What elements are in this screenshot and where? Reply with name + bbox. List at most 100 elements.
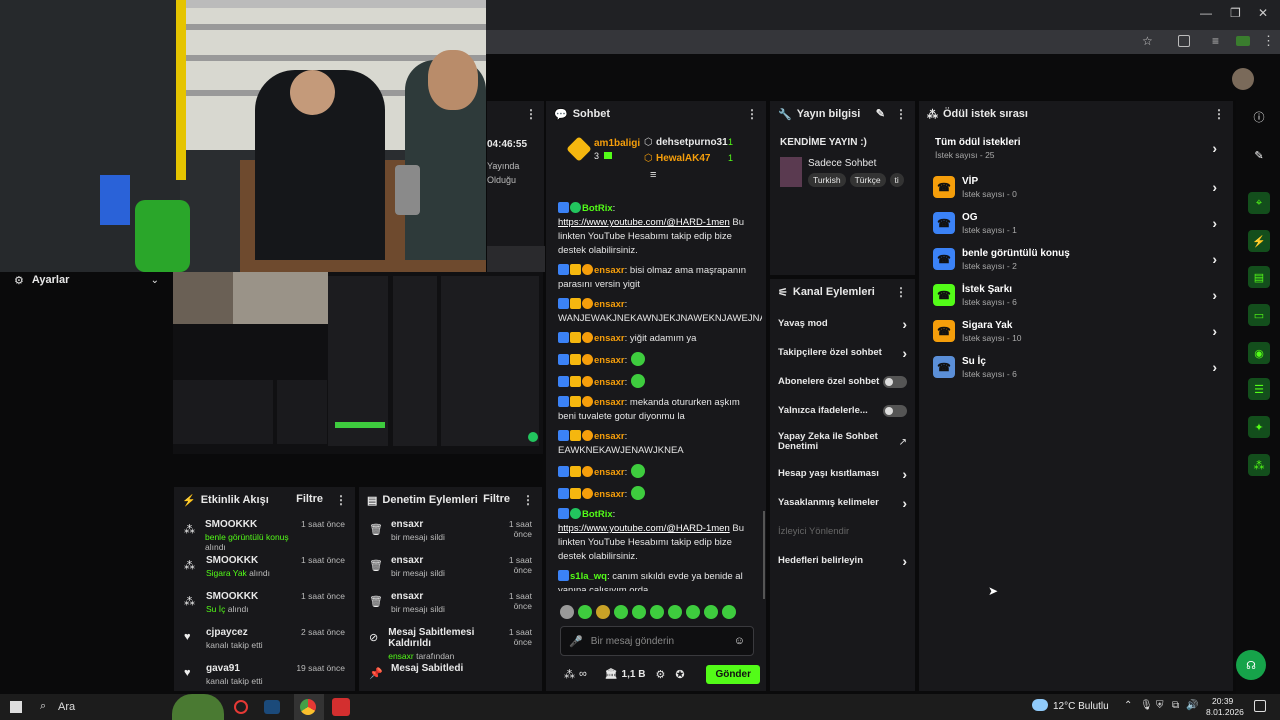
- emote-icon[interactable]: [560, 605, 574, 619]
- moderation-item[interactable]: 🗑 ensaxr bir mesajı sildi 1 saat önce: [359, 585, 542, 621]
- chat-link[interactable]: https://www.youtube.com/@HARD-1men: [558, 523, 730, 534]
- app-icon[interactable]: [234, 700, 248, 714]
- leader-name[interactable]: am1baligi: [594, 138, 640, 149]
- tag[interactable]: Turkish: [808, 173, 846, 187]
- reading-list-icon[interactable]: ≡: [1212, 34, 1219, 48]
- activity-item[interactable]: ⁂ SMOOKKK benle görüntülü konuş alındı 1 sa…: [174, 513, 355, 552]
- microphone-icon[interactable]: 🎙: [1140, 700, 1153, 711]
- chat-username[interactable]: ensaxr: [594, 333, 625, 344]
- send-button[interactable]: Gönder: [706, 664, 760, 684]
- chat-link[interactable]: https://www.youtube.com/@HARD-1men: [558, 217, 730, 228]
- channel-action-item[interactable]: Hesap yaşı kısıtlaması ›: [770, 459, 915, 488]
- taskbar-search[interactable]: Ara: [58, 701, 75, 713]
- tag[interactable]: Türkçe: [849, 173, 886, 187]
- stream-category[interactable]: Sadece Sohbet: [808, 158, 876, 169]
- all-reward-requests[interactable]: Tüm ödül istekleri İstek sayısı - 25 ›: [919, 127, 1233, 169]
- activity-username[interactable]: SMOOKKK: [206, 555, 270, 566]
- leader-name[interactable]: dehsetpurno31: [656, 137, 728, 148]
- weather-text[interactable]: 12°C Bulutlu: [1053, 701, 1109, 712]
- panel-menu-icon[interactable]: ⋮: [525, 107, 537, 121]
- chrome-icon[interactable]: [300, 699, 316, 715]
- moderation-filter-button[interactable]: Filtre: [483, 493, 510, 507]
- chat-username[interactable]: ensaxr: [594, 397, 625, 408]
- reward-request-item[interactable]: ☎ VİP İstek sayısı - 0 ›: [919, 169, 1233, 205]
- chat-message[interactable]: ensaxr:: [546, 483, 762, 505]
- support-headset-icon[interactable]: ☊: [1236, 650, 1266, 680]
- activity-item[interactable]: ♥ cjpaycez kanalı takip etti 2 saat önce: [174, 621, 355, 657]
- emote-icon[interactable]: [614, 605, 628, 619]
- activity-username[interactable]: cjpaycez: [206, 627, 263, 638]
- emote-icon[interactable]: [650, 605, 664, 619]
- notifications-icon[interactable]: [1254, 700, 1266, 712]
- chat-username[interactable]: ensaxr: [594, 377, 625, 388]
- activity-item[interactable]: ⁂ SMOOKKK Su İç alındı 1 saat önce: [174, 585, 355, 621]
- close-button[interactable]: ✕: [1258, 6, 1268, 20]
- focus-icon[interactable]: ⌖: [1248, 192, 1270, 214]
- reward-request-item[interactable]: ☎ Sigara Yak İstek sayısı - 10 ›: [919, 313, 1233, 349]
- moderation-user[interactable]: ensaxr: [388, 651, 414, 661]
- search-icon[interactable]: ⌕: [40, 700, 46, 713]
- chat-bubble-icon[interactable]: ▭: [1248, 304, 1270, 326]
- chat-username[interactable]: BotRix: [582, 203, 613, 214]
- chat-scrollbar[interactable]: [763, 511, 765, 599]
- emoji-icon[interactable]: ☺: [734, 635, 745, 647]
- chat-message[interactable]: s1la_wq: canım sıkıldı evde ya benide al…: [546, 567, 762, 591]
- channel-action-item[interactable]: Yalnızca ifadelerle...: [770, 396, 915, 425]
- chat-message[interactable]: ensaxr: yiğit adamım ya: [546, 329, 762, 349]
- tag[interactable]: ti: [889, 173, 904, 187]
- chat-username[interactable]: ensaxr: [594, 467, 625, 478]
- stream-info-menu-icon[interactable]: ⋮: [895, 107, 907, 121]
- browser-menu-icon[interactable]: ⋮: [1262, 33, 1275, 49]
- channel-action-item[interactable]: Yapay Zeka ile Sohbet Denetimi ↗: [770, 425, 915, 459]
- gear-icon[interactable]: ⚙: [655, 668, 665, 681]
- moderation-menu-icon[interactable]: ⋮: [522, 493, 534, 507]
- activity-username[interactable]: SMOOKKK: [205, 519, 291, 530]
- chat-username[interactable]: s1la_wq: [570, 571, 607, 582]
- channel-actions-menu-icon[interactable]: ⋮: [895, 285, 907, 299]
- reward-request-item[interactable]: ☎ İstek Şarkı İstek sayısı - 6 ›: [919, 277, 1233, 313]
- chat-message[interactable]: ensaxr: EAWKNEKAWJENAWJKNEA: [546, 427, 762, 461]
- chat-message[interactable]: ensaxr: bisi olmaz ama maşrapanın parası…: [546, 261, 762, 295]
- edit-icon[interactable]: ✎: [876, 107, 885, 121]
- channel-action-item[interactable]: Yasaklanmış kelimeler ›: [770, 488, 915, 517]
- reward-queue-menu-icon[interactable]: ⋮: [1213, 107, 1225, 121]
- emote-icon[interactable]: [704, 605, 718, 619]
- broadcast-icon[interactable]: ◉: [1248, 342, 1270, 364]
- extensions-icon[interactable]: [1178, 35, 1190, 47]
- extension-flag-icon[interactable]: [1236, 36, 1250, 46]
- channel-action-item[interactable]: Takipçilere özel sohbet ›: [770, 338, 915, 367]
- chat-message[interactable]: BotRix: https://www.youtube.com/@HARD-1me…: [546, 199, 762, 261]
- activity-menu-icon[interactable]: ⋮: [335, 493, 347, 507]
- clock-time[interactable]: 20:39: [1212, 696, 1233, 706]
- activity-username[interactable]: gava91: [206, 663, 263, 674]
- windows-start-icon[interactable]: [10, 701, 22, 713]
- channel-action-item[interactable]: Hedefleri belirleyin ›: [770, 546, 915, 575]
- avatar[interactable]: [1232, 68, 1254, 90]
- network-icon[interactable]: ⧉: [1172, 700, 1179, 711]
- pencil-icon[interactable]: ✎: [1248, 144, 1270, 166]
- rewards-icon[interactable]: ⁂: [1248, 454, 1270, 476]
- activity-item[interactable]: ♥ gava91 kanalı takip etti 19 saat önce: [174, 657, 355, 691]
- emote-icon[interactable]: [632, 605, 646, 619]
- chat-menu-icon[interactable]: ⋮: [746, 107, 758, 121]
- chat-username[interactable]: ensaxr: [594, 489, 625, 500]
- chat-username[interactable]: ensaxr: [594, 265, 625, 276]
- leader-name[interactable]: HewalAK47: [656, 153, 710, 164]
- wrench-icon[interactable]: ✦: [1248, 416, 1270, 438]
- reward-request-item[interactable]: ☎ benle görüntülü konuş İstek sayısı - 2 ›: [919, 241, 1233, 277]
- document-icon[interactable]: ▤: [1248, 266, 1270, 288]
- tray-chevron-icon[interactable]: ⌃: [1124, 700, 1132, 711]
- emote-icon[interactable]: [722, 605, 736, 619]
- chat-message[interactable]: ensaxr:: [546, 371, 762, 393]
- activity-filter-button[interactable]: Filtre: [296, 493, 323, 507]
- activity-username[interactable]: SMOOKKK: [206, 591, 258, 602]
- clock-date[interactable]: 8.01.2026: [1206, 707, 1244, 717]
- chat-input[interactable]: 🎤 Bir mesaj gönderin ☺: [560, 626, 754, 656]
- microphone-icon[interactable]: 🎤: [569, 635, 583, 648]
- reward-request-item[interactable]: ☎ OG İstek sayısı - 1 ›: [919, 205, 1233, 241]
- moderation-list-icon[interactable]: ☰: [1248, 378, 1270, 400]
- chat-message[interactable]: ensaxr: WANJEWAKJNEKAWNJEKJNAWEKNJAWEJNAW: [546, 295, 762, 329]
- expand-icon[interactable]: ≡: [650, 169, 656, 181]
- maximize-button[interactable]: ❐: [1230, 6, 1241, 20]
- toggle-switch[interactable]: [883, 404, 907, 417]
